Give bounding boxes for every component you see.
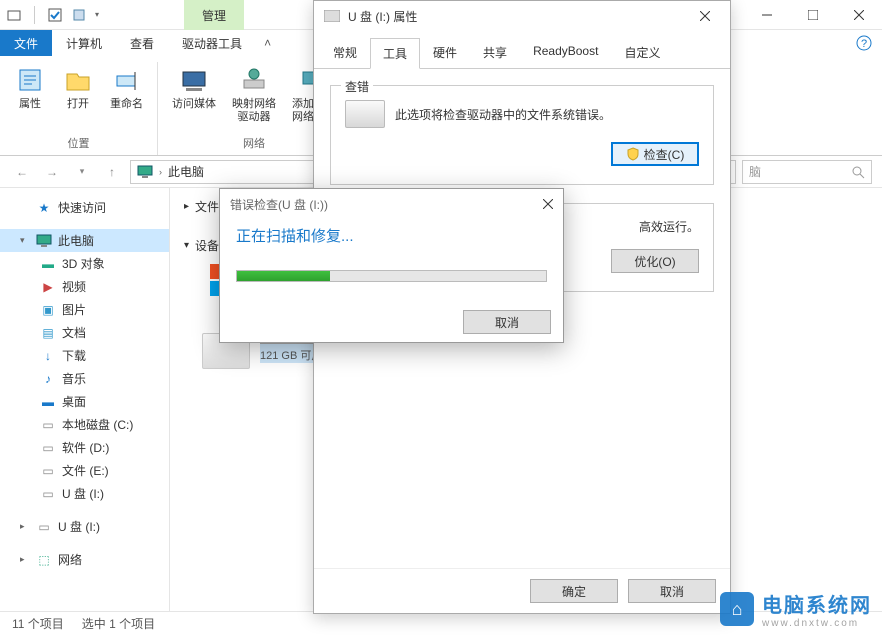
error-check-dialog: 错误检查(U 盘 (I:)) 正在扫描和修复... 取消 — [219, 188, 564, 343]
usb-drive-icon: ▭ — [36, 520, 52, 534]
pc-icon — [36, 234, 52, 248]
ribbon-properties[interactable]: 属性 — [10, 62, 50, 133]
progress-bar — [236, 270, 547, 282]
error-check-cancel-button[interactable]: 取消 — [463, 310, 551, 334]
properties-tabs: 常规 工具 硬件 共享 ReadyBoost 自定义 — [314, 37, 730, 69]
properties-ok-button[interactable]: 确定 — [530, 579, 618, 603]
drive-icon: ▭ — [40, 464, 56, 478]
close-button[interactable] — [836, 0, 882, 30]
error-checking-fieldset: 查错 此选项将检查驱动器中的文件系统错误。 检查(C) — [330, 85, 714, 185]
search-input[interactable]: 脑 — [742, 160, 872, 184]
picture-icon: ▣ — [40, 303, 56, 317]
watermark-logo-icon: ⌂ — [720, 592, 754, 626]
drive-icon: ▭ — [40, 441, 56, 455]
tab-readyboost[interactable]: ReadyBoost — [520, 37, 611, 68]
help-icon[interactable]: ? — [846, 30, 882, 56]
tab-general[interactable]: 常规 — [320, 37, 370, 68]
tab-computer[interactable]: 计算机 — [52, 30, 116, 56]
address-chevron-icon[interactable]: › — [159, 167, 162, 177]
qat-properties-icon[interactable] — [71, 7, 87, 23]
error-check-description: 此选项将检查驱动器中的文件系统错误。 — [395, 106, 611, 123]
back-button[interactable]: ← — [10, 160, 34, 184]
network-icon: ⬚ — [36, 553, 52, 567]
nav-u-drive[interactable]: ▭U 盘 (I:) — [0, 482, 169, 505]
status-item-count: 11 个项目 — [12, 615, 64, 632]
tab-hardware[interactable]: 硬件 — [420, 37, 470, 68]
nav-e-drive[interactable]: ▭文件 (E:) — [0, 459, 169, 482]
properties-cancel-button[interactable]: 取消 — [628, 579, 716, 603]
optimize-button[interactable]: 优化(O) — [611, 249, 699, 273]
ribbon-access-media[interactable]: 访问媒体 — [168, 62, 220, 133]
nav-this-pc[interactable]: ▾此电脑 — [0, 229, 169, 252]
desktop-icon: ▬ — [40, 395, 56, 409]
star-icon: ★ — [36, 201, 52, 215]
nav-quick-access[interactable]: ★快速访问 — [0, 196, 169, 219]
nav-d-drive[interactable]: ▭软件 (D:) — [0, 436, 169, 459]
nav-c-drive[interactable]: ▭本地磁盘 (C:) — [0, 413, 169, 436]
up-button[interactable]: ↑ — [100, 160, 124, 184]
drive-icon — [345, 100, 385, 128]
document-icon: ▤ — [40, 326, 56, 340]
ribbon-open[interactable]: 打开 — [58, 62, 98, 133]
nav-desktop[interactable]: ▬桌面 — [0, 390, 169, 413]
nav-videos[interactable]: ▶视频 — [0, 275, 169, 298]
window-icon — [6, 7, 22, 23]
error-check-message: 正在扫描和修复... — [236, 225, 547, 246]
ribbon-group-location: 属性 打开 重命名 位置 — [0, 62, 158, 155]
error-check-close-button[interactable] — [543, 199, 553, 209]
watermark: ⌂ 电脑系统网 www.dnxtw.com — [720, 589, 872, 629]
pc-icon — [137, 165, 153, 179]
properties-title-bar: U 盘 (I:) 属性 — [314, 1, 730, 31]
download-icon: ↓ — [40, 349, 56, 363]
tab-sharing[interactable]: 共享 — [470, 37, 520, 68]
video-icon: ▶ — [40, 280, 56, 294]
status-selection: 选中 1 个项目 — [82, 615, 155, 632]
recent-dropdown-icon[interactable]: ▾ — [70, 160, 94, 184]
cube-icon: ▬ — [40, 257, 56, 271]
usb-drive-icon: ▭ — [40, 487, 56, 501]
search-icon — [851, 165, 865, 179]
error-check-title: 错误检查(U 盘 (I:)) — [230, 196, 328, 213]
error-check-title-bar: 错误检查(U 盘 (I:)) — [220, 189, 563, 219]
qat-customize-icon[interactable]: ▾ — [95, 10, 99, 19]
music-icon: ♪ — [40, 372, 56, 386]
tab-drive-tools[interactable]: 驱动器工具 — [168, 30, 256, 56]
tab-view[interactable]: 查看 — [116, 30, 168, 56]
nav-downloads[interactable]: ↓下载 — [0, 344, 169, 367]
svg-text:?: ? — [861, 38, 867, 50]
nav-documents[interactable]: ▤文档 — [0, 321, 169, 344]
navigation-pane: ★快速访问 ▾此电脑 ▬3D 对象 ▶视频 ▣图片 ▤文档 ↓下载 ♪音乐 ▬桌… — [0, 188, 170, 611]
drive-icon: ▭ — [40, 418, 56, 432]
minimize-button[interactable] — [744, 0, 790, 30]
drive-icon — [324, 10, 340, 22]
nav-u-drive-root[interactable]: ▸▭U 盘 (I:) — [0, 515, 169, 538]
qat-checkbox-icon[interactable] — [47, 7, 63, 23]
ribbon-expand-icon[interactable]: ˄ — [256, 30, 279, 56]
check-button[interactable]: 检查(C) — [611, 142, 699, 166]
nav-pictures[interactable]: ▣图片 — [0, 298, 169, 321]
tab-customize[interactable]: 自定义 — [611, 37, 673, 68]
nav-network[interactable]: ▸⬚网络 — [0, 548, 169, 571]
ribbon-map-drive[interactable]: 映射网络 驱动器 — [228, 62, 280, 133]
ribbon-rename[interactable]: 重命名 — [106, 62, 147, 133]
nav-music[interactable]: ♪音乐 — [0, 367, 169, 390]
properties-title: U 盘 (I:) 属性 — [348, 8, 682, 25]
properties-close-button[interactable] — [690, 1, 720, 31]
shield-icon — [626, 147, 640, 161]
breadcrumb-this-pc[interactable]: 此电脑 — [168, 163, 204, 180]
maximize-button[interactable] — [790, 0, 836, 30]
forward-button[interactable]: → — [40, 160, 64, 184]
nav-3d-objects[interactable]: ▬3D 对象 — [0, 252, 169, 275]
tab-tools[interactable]: 工具 — [370, 38, 420, 69]
contextual-tab-manage[interactable]: 管理 — [184, 0, 244, 30]
tab-file[interactable]: 文件 — [0, 30, 52, 56]
